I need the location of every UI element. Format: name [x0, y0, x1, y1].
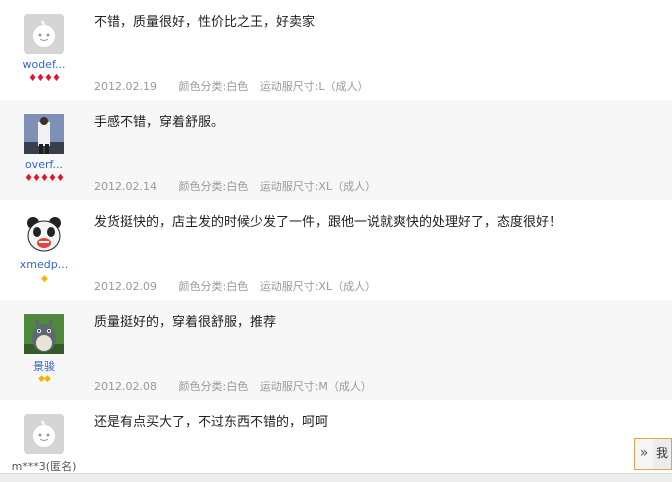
side-panel-label: 我	[653, 439, 671, 469]
default-avatar-icon[interactable]	[24, 14, 64, 54]
attr-size: 运动服尺寸:L（成人）	[259, 80, 369, 93]
default-avatar-icon[interactable]	[24, 414, 64, 454]
username-anonymous: m***3(匿名)	[11, 460, 77, 473]
review-date: 2012.02.19	[94, 80, 157, 93]
review-meta: 2012.02.09 颜色分类:白色 运动服尺寸:XL（成人）	[94, 278, 384, 294]
review-date: 2012.02.08	[94, 380, 157, 393]
horizontal-scrollbar[interactable]	[0, 473, 672, 482]
review-item: overf... ♦♦♦♦♦ 手感不错，穿着舒服。 2012.02.14 颜色分…	[0, 100, 672, 201]
buyer-rank-diamond-icon: ◆	[41, 274, 48, 284]
review-text: 手感不错，穿着舒服。	[94, 115, 225, 130]
review-text: 不错，质量很好，性价比之王，好卖家	[94, 15, 316, 30]
username-link[interactable]: wodef...	[4, 58, 84, 71]
buyer-rank-hearts-icon: ♦♦♦♦	[28, 73, 61, 84]
attr-color: 颜色分类:白色	[178, 180, 249, 193]
username-link[interactable]: overf...	[4, 158, 84, 171]
side-panel-toggle[interactable]: » 我	[634, 438, 672, 470]
username-link[interactable]: 景骏	[4, 358, 84, 374]
review-date: 2012.02.14	[94, 180, 157, 193]
attr-color: 颜色分类:白色	[178, 80, 249, 93]
review-item: xmedp... ◆ 发货挺快的，店主发的时候少发了一件，跟他一说就爽快的处理好…	[0, 200, 672, 301]
attr-size: 运动服尺寸:M（成人）	[259, 380, 372, 393]
attr-color: 颜色分类:白色	[178, 280, 249, 293]
review-text: 还是有点买大了，不过东西不错的，呵呵	[94, 415, 329, 430]
review-item: wodef... ♦♦♦♦ 不错，质量很好，性价比之王，好卖家 2012.02.…	[0, 0, 672, 101]
panda-avatar[interactable]	[24, 214, 64, 254]
review-item: 景骏 ◆◆ 质量挺好的，穿着很舒服，推荐 2012.02.08 颜色分类:白色 …	[0, 300, 672, 401]
double-chevron-right-icon[interactable]: »	[635, 439, 653, 469]
review-date: 2012.02.09	[94, 280, 157, 293]
username-link[interactable]: xmedp...	[4, 258, 84, 271]
attr-color: 颜色分类:白色	[178, 380, 249, 393]
buyer-rank-diamond-icon: ◆◆	[38, 374, 51, 384]
attr-size: 运动服尺寸:XL（成人）	[259, 280, 377, 293]
attr-size: 运动服尺寸:XL（成人）	[259, 180, 377, 193]
review-meta: 2012.02.19 颜色分类:白色 运动服尺寸:L（成人）	[94, 78, 377, 94]
review-text: 发货挺快的，店主发的时候少发了一件，跟他一说就爽快的处理好了，态度很好！	[94, 215, 563, 230]
user-photo-avatar[interactable]	[24, 114, 64, 154]
review-meta: 2012.02.14 颜色分类:白色 运动服尺寸:XL（成人）	[94, 178, 384, 194]
review-text: 质量挺好的，穿着很舒服，推荐	[94, 315, 277, 330]
totoro-avatar[interactable]	[24, 314, 64, 354]
review-item: m***3(匿名) 还是有点买大了，不过东西不错的，呵呵	[0, 400, 672, 482]
review-meta: 2012.02.08 颜色分类:白色 运动服尺寸:M（成人）	[94, 378, 380, 394]
buyer-rank-hearts-icon: ♦♦♦♦♦	[24, 173, 65, 184]
